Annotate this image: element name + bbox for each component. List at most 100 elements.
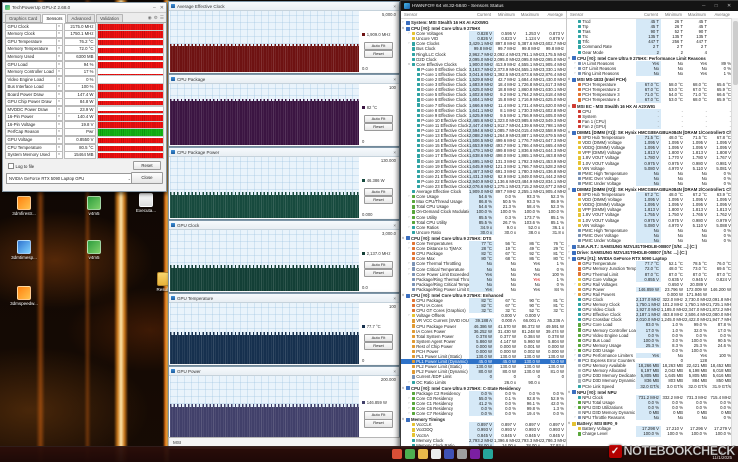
auto-fit-button[interactable]: Auto Fit <box>364 334 393 343</box>
graph-titlebar[interactable]: GPU Temperature× <box>169 294 399 303</box>
checkbox-icon[interactable] <box>8 163 14 169</box>
close-button[interactable]: Close <box>131 172 163 184</box>
taskbar-app-icon-1[interactable] <box>392 449 402 459</box>
column-header-maximum[interactable]: Maximum <box>684 12 708 17</box>
sensor-icon <box>578 308 581 311</box>
sensor-row[interactable]: PCIe Link Speed32.0 GT/s3.0 GT/s32.0 GT/… <box>567 384 733 389</box>
minimize-icon[interactable]: – <box>153 5 156 11</box>
sensor-row[interactable]: ›OC Ratio Limits26.0 x90.0 x <box>401 380 566 385</box>
taskbar-app-icon-4[interactable] <box>431 449 441 459</box>
column-header-minimum[interactable]: Minimum <box>660 12 684 17</box>
sensor-group-header[interactable]: ›S.M.A.R.T.: SAMSUNG MZVL81T0HDLB-00B07 … <box>567 244 733 249</box>
auto-fit-button[interactable]: Auto Fit <box>364 115 393 124</box>
sensor-icon <box>578 379 581 382</box>
sensor-row[interactable]: PMIC Under VoltageNoNoNo0 % <box>567 238 733 243</box>
column-header-sensor[interactable]: Sensor <box>402 12 468 17</box>
column-header-current[interactable]: Current <box>468 12 493 17</box>
close-icon[interactable]: × <box>393 150 397 155</box>
sensor-row[interactable]: Package/Ring Power Limit ExceededYesNoYe… <box>401 287 566 292</box>
auto-fit-button[interactable]: Auto Fit <box>364 188 393 197</box>
auto-fit-button[interactable]: Auto Fit <box>364 261 393 270</box>
reset-button[interactable]: Reset <box>364 123 393 132</box>
column-header-average[interactable]: Average <box>541 12 565 17</box>
desktop-icon-3dmspeedw[interactable]: 3dmspeedw... <box>6 286 42 306</box>
sensor-row[interactable]: Fan 2 (GPU)---- <box>567 124 733 129</box>
sensor-row[interactable]: PCH Temperature 467.0 °C53.0 °C68.0 °C65… <box>567 97 733 102</box>
reset-button[interactable]: Reset <box>364 196 393 205</box>
desktop-icon-executa[interactable]: Executa... <box>128 193 164 213</box>
graph-titlebar[interactable]: Average Effective Clock× <box>169 2 399 11</box>
scrollbar-thumb[interactable] <box>733 21 738 85</box>
close-icon[interactable]: × <box>393 296 397 301</box>
sensor-row[interactable]: Uncore Ratio30.0 x30.0 x38.0 x31.8 x <box>401 230 566 235</box>
camera-icon[interactable]: ◉ <box>148 15 152 21</box>
graph-titlebar[interactable]: CPU Package Power× <box>169 148 399 157</box>
taskbar-app-icon-3[interactable] <box>418 449 428 459</box>
reset-button[interactable]: Reset <box>364 419 393 428</box>
reset-button[interactable]: Reset <box>364 50 393 59</box>
expand-icon[interactable]: › <box>401 20 405 25</box>
graph-titlebar[interactable]: GPU Power× <box>169 367 399 376</box>
sensor-row[interactable]: Gear Mode224 <box>567 50 733 55</box>
gear-icon[interactable]: ⚙ <box>154 15 158 21</box>
tab-validation[interactable]: Validation <box>96 14 123 22</box>
column-header-sensor[interactable]: Sensor <box>568 12 635 17</box>
expand-icon[interactable]: › <box>573 71 577 76</box>
tab-sensors[interactable]: Sensors <box>42 14 66 23</box>
sensor-row[interactable]: ›NPU Throttle ReasonsNoNoNo0 % <box>567 415 733 420</box>
gpuz-sensor-row[interactable]: System Memory Used▾15464 MB <box>5 151 164 159</box>
close-icon[interactable]: × <box>393 369 397 374</box>
hwinfo-titlebar[interactable]: HWiNFO® 64 v8.32-5840 - Sensors Status ─… <box>401 1 738 11</box>
expand-icon[interactable]: › <box>567 244 571 249</box>
desktop-icon-label: 3dmfirestr... <box>6 211 42 216</box>
window-controls[interactable]: ─ □ ✕ <box>702 4 735 9</box>
close-icon[interactable]: × <box>393 4 397 9</box>
sensor-row[interactable]: ›Core C7 Residency0.0 %0.0 %19.4 %0.0 % <box>401 411 566 416</box>
graph-titlebar[interactable]: GPU Clock× <box>169 221 399 230</box>
graph-window-gpu-clock: GPU Clock×3,000.02,137.0 MHzAuto FitRese… <box>168 220 400 293</box>
gpu-select-dropdown[interactable]: NVIDIA GeForce RTX 5090 Laptop GPU ⌄ <box>6 173 134 184</box>
reset-button[interactable]: Reset <box>364 269 393 278</box>
close-icon[interactable]: × <box>393 223 397 228</box>
gpuz-titlebar[interactable]: TechPowerUp GPU-Z 2.68.0 – ✕ <box>3 3 166 13</box>
sensor-group-header[interactable]: ›Drive: SAMSUNG MZVL81T0HDLB-00B07 [S/N:… <box>567 250 733 255</box>
chevron-down-icon[interactable]: ▾ <box>57 151 63 159</box>
column-header-current[interactable]: Current <box>635 12 660 17</box>
auto-fit-button[interactable]: Auto Fit <box>364 42 393 51</box>
close-icon[interactable]: ✕ <box>160 5 164 11</box>
sensor-icon <box>578 385 581 388</box>
desktop-icon-3dmfirestr[interactable]: 3dmfirestr... <box>6 196 42 216</box>
expand-icon[interactable]: › <box>567 250 571 255</box>
taskbar-app-icon-8[interactable] <box>483 449 493 459</box>
taskbar-app-icon-5[interactable] <box>444 449 454 459</box>
desktop-icon-v4m5[interactable]: v4m5 <box>76 240 112 260</box>
tab-advanced[interactable]: Advanced <box>67 14 95 22</box>
taskbar-app-icon-6[interactable] <box>457 449 467 459</box>
desktop-icon-v4m5[interactable]: v4m5 <box>76 196 112 216</box>
sensor-icon <box>578 146 581 149</box>
desktop-icon-3dmtimesp[interactable]: 3dmtimesp... <box>6 240 42 260</box>
reset-button[interactable]: Reset <box>364 342 393 351</box>
menu-icon[interactable]: ☰ <box>160 15 164 21</box>
expand-icon[interactable]: › <box>407 411 411 416</box>
column-header-minimum[interactable]: Minimum <box>493 12 517 17</box>
graph-titlebar[interactable]: CPU Package× <box>169 75 399 84</box>
taskbar-app-icon-7[interactable] <box>470 449 480 459</box>
value-current: 0 <box>469 374 494 379</box>
reset-button[interactable]: Reset <box>133 161 161 170</box>
expand-icon[interactable]: › <box>407 380 411 385</box>
sensor-row[interactable]: Charge Level100.0 %100.0 %100.0 %100.0 % <box>567 431 733 436</box>
column-header-maximum[interactable]: Maximum <box>517 12 541 17</box>
scrollbar[interactable] <box>731 18 738 448</box>
column-header-average[interactable]: Average <box>708 12 732 17</box>
sensor-row[interactable]: PMIC Under VoltageNoNoNo0 % <box>567 181 733 186</box>
tab-graphics-card[interactable]: Graphics Card <box>5 14 41 22</box>
close-icon[interactable]: × <box>393 77 397 82</box>
sensor-group-header[interactable]: ›System: MSI Stealth 16 HX AI A2XWIG <box>401 20 566 25</box>
log-to-file-checkbox[interactable]: Log to file <box>8 163 34 169</box>
taskbar-date[interactable]: 11/1/2025 <box>712 455 732 460</box>
sensor-row[interactable]: ›Ring Limit ReasonsNoNoYes1 % <box>567 71 733 76</box>
taskbar-app-icon-2[interactable] <box>405 449 415 459</box>
expand-icon[interactable]: › <box>573 415 577 420</box>
system-tray[interactable]: ∧ ≋ ♪ 11/1/2025 <box>711 450 732 460</box>
